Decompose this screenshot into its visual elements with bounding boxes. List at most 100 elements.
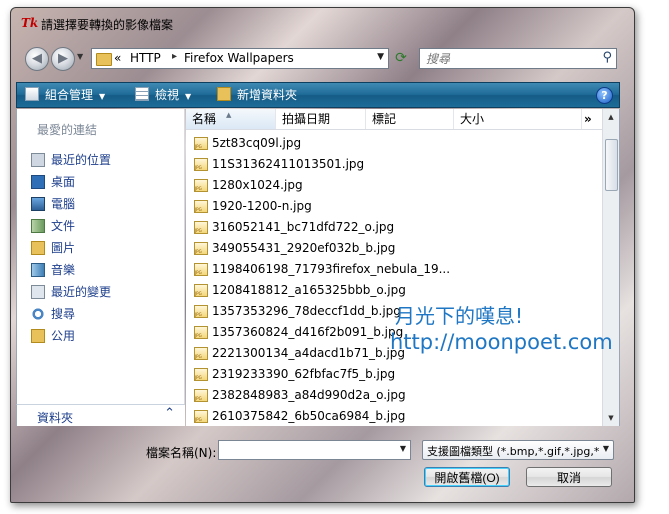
list-item[interactable]: 1208418812_a165325bbb_o.jpg	[186, 280, 604, 301]
sidebar-item-label: 最近的位置	[51, 153, 112, 167]
views-icon	[135, 87, 149, 101]
recent-pages-dropdown[interactable]: ▼	[77, 52, 83, 61]
scroll-down-icon[interactable]: ▼	[603, 410, 619, 426]
file-name: 1198406198_71793firefox_nebula_19...	[212, 262, 451, 276]
sidebar-item-label: 圖片	[51, 241, 76, 255]
list-item[interactable]: 349055431_2920ef032b_b.jpg	[186, 238, 604, 259]
sidebar-item-recent-places[interactable]: 最近的位置	[31, 150, 111, 170]
jpg-file-icon	[194, 263, 208, 276]
breadcrumb-http[interactable]: HTTP	[130, 51, 161, 65]
list-item[interactable]: 11S31362411013501.jpg	[186, 154, 604, 175]
list-item[interactable]: 2382848983_a84d990d2a_o.jpg	[186, 385, 604, 406]
organize-menu-button[interactable]: 組合管理 ▼	[25, 83, 105, 107]
sidebar-item-label: 桌面	[51, 175, 76, 189]
pictures-icon	[31, 241, 45, 255]
sidebar-item-label: 音樂	[51, 263, 76, 277]
sidebar-item-desktop[interactable]: 桌面	[31, 172, 75, 192]
list-item[interactable]: 1920-1200-n.jpg	[186, 196, 604, 217]
breadcrumb-overflow[interactable]: «	[114, 51, 121, 65]
column-header-size[interactable]: 大小	[454, 109, 582, 129]
column-header-date-taken[interactable]: 拍攝日期	[276, 109, 366, 129]
file-name: 11S31362411013501.jpg	[212, 157, 365, 171]
file-name: 1357360824_d416f2b091_b.jpg	[212, 325, 404, 339]
jpg-file-icon	[194, 410, 208, 423]
file-name: 2382848983_a84d990d2a_o.jpg	[212, 388, 406, 402]
filetype-select[interactable]: 支援圖檔類型 (*.bmp,*.gif,*.jpg,* ▼	[422, 440, 614, 460]
list-item[interactable]: 5zt83cq09l.jpg	[186, 133, 604, 154]
scrollbar-thumb[interactable]	[605, 139, 618, 191]
breadcrumb-separator-icon[interactable]: ▸	[172, 51, 177, 62]
filename-input[interactable]	[222, 442, 391, 459]
vertical-scrollbar[interactable]: ▲ ▼	[602, 109, 619, 426]
column-header-tags[interactable]: 標記	[366, 109, 454, 129]
new-folder-button[interactable]: 新增資料夾	[217, 83, 297, 107]
sidebar-item-label: 最近的變更	[51, 285, 112, 299]
help-icon[interactable]: ?	[596, 87, 613, 104]
search-input[interactable]	[424, 50, 598, 68]
file-open-dialog: Tk 請選擇要轉換的影像檔案 ◀ ▶ ▼ « HTTP ▸ Firefox Wa…	[10, 7, 635, 503]
jpg-file-icon	[194, 368, 208, 381]
file-name: 5zt83cq09l.jpg	[212, 136, 302, 150]
jpg-file-icon	[194, 221, 208, 234]
refresh-icon[interactable]: ⟳	[393, 50, 409, 66]
views-menu-button[interactable]: 檢視 ▼	[135, 83, 191, 107]
chevron-down-icon: ▼	[99, 92, 106, 101]
new-folder-label: 新增資料夾	[237, 88, 298, 102]
file-name: 2221300134_a4dacd1b71_b.jpg	[212, 346, 406, 360]
computer-icon	[31, 197, 45, 211]
recently-changed-icon	[31, 285, 45, 299]
list-item[interactable]: 1280x1024.jpg	[186, 175, 604, 196]
views-label: 檢視	[155, 88, 180, 102]
navigation-bar: ◀ ▶ ▼ « HTTP ▸ Firefox Wallpapers ▼ ⟳ ⚲	[11, 44, 634, 72]
watermark-title: 月光下的嘆息!	[395, 304, 524, 328]
cancel-button[interactable]: 取消	[526, 467, 612, 487]
chevron-down-icon[interactable]: ▼	[400, 444, 406, 453]
folders-toggle[interactable]: 資料夾 ⌃	[16, 404, 185, 426]
jpg-file-icon	[194, 326, 208, 339]
breadcrumb-firefox-wallpapers[interactable]: Firefox Wallpapers	[184, 51, 294, 65]
jpg-file-icon	[194, 347, 208, 360]
chevron-up-icon[interactable]: ⌃	[164, 406, 175, 421]
sidebar-item-music[interactable]: 音樂	[31, 260, 75, 280]
sidebar-item-documents[interactable]: 文件	[31, 216, 75, 236]
sidebar-item-pictures[interactable]: 圖片	[31, 238, 75, 258]
jpg-file-icon	[194, 137, 208, 150]
address-dropdown-icon[interactable]: ▼	[377, 52, 384, 62]
sidebar-item-recently-changed[interactable]: 最近的變更	[31, 282, 111, 302]
favorite-links-heading: 最愛的連結	[37, 123, 98, 137]
chevron-down-icon[interactable]: ▼	[603, 444, 609, 453]
public-icon	[31, 329, 45, 343]
filename-label: 檔案名稱(N):	[146, 446, 217, 460]
more-columns-button[interactable]: »	[584, 109, 592, 129]
searches-icon	[31, 307, 45, 321]
list-item[interactable]: 2319233390_62fbfac7f5_b.jpg	[186, 364, 604, 385]
new-folder-icon	[217, 87, 231, 101]
jpg-file-icon	[194, 242, 208, 255]
recent-places-icon	[31, 153, 45, 167]
navigation-pane: 最愛的連結 最近的位置 桌面 電腦 文件 圖片 音樂 最近的變更 搜尋 公用	[16, 109, 185, 426]
list-item[interactable]: 1198406198_71793firefox_nebula_19...	[186, 259, 604, 280]
file-name: 349055431_2920ef032b_b.jpg	[212, 241, 396, 255]
list-item[interactable]: 2610375842_6b50ca6984_b.jpg	[186, 406, 604, 426]
scroll-up-icon[interactable]: ▲	[603, 109, 619, 125]
sidebar-item-public[interactable]: 公用	[31, 326, 75, 346]
back-arrow-icon: ◀	[32, 51, 42, 66]
sidebar-item-label: 公用	[51, 329, 76, 343]
back-button[interactable]: ◀	[25, 47, 49, 71]
file-rows: 5zt83cq09l.jpg 11S31362411013501.jpg 128…	[186, 133, 604, 426]
list-item[interactable]: 316052141_bc71dfd722_o.jpg	[186, 217, 604, 238]
address-bar[interactable]: « HTTP ▸ Firefox Wallpapers ▼	[91, 48, 389, 69]
file-name: 1357353296_78deccf1dd_b.jpg	[212, 304, 401, 318]
column-header-label: 名稱	[192, 112, 217, 126]
sidebar-item-searches[interactable]: 搜尋	[31, 304, 75, 324]
title-bar[interactable]: Tk 請選擇要轉換的影像檔案	[11, 8, 634, 38]
jpg-file-icon	[194, 389, 208, 402]
sidebar-item-computer[interactable]: 電腦	[31, 194, 75, 214]
forward-button[interactable]: ▶	[51, 47, 75, 71]
search-icon[interactable]: ⚲	[602, 50, 612, 65]
filename-combobox[interactable]: ▼	[218, 440, 411, 460]
search-box[interactable]: ⚲	[419, 48, 617, 69]
open-button[interactable]: 開啟舊檔(O)	[424, 467, 510, 487]
chevron-down-icon: ▼	[185, 92, 192, 101]
column-header-name[interactable]: ▲ 名稱	[186, 109, 276, 129]
